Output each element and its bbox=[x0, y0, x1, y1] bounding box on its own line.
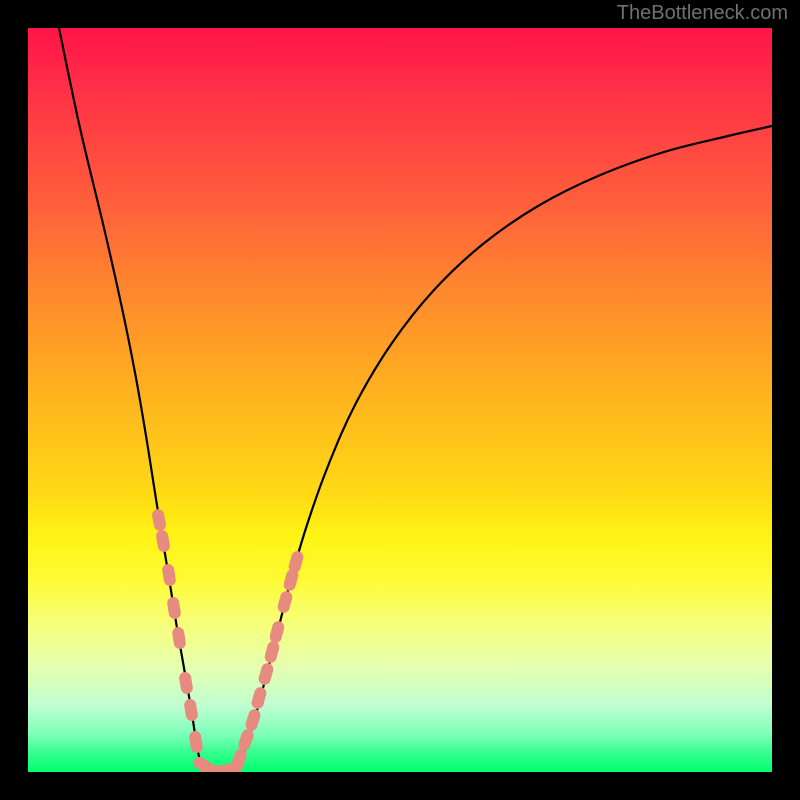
marker-pill bbox=[151, 508, 167, 532]
marker-pill bbox=[188, 730, 203, 754]
marker-pill bbox=[244, 708, 262, 733]
marker-pill bbox=[237, 728, 256, 753]
marker-pill bbox=[263, 640, 280, 664]
marker-pill bbox=[257, 662, 275, 686]
marker-pill bbox=[183, 698, 199, 722]
marker-pill bbox=[268, 620, 285, 644]
left-branch-markers bbox=[151, 508, 204, 754]
marker-pill bbox=[276, 590, 293, 614]
plot-area bbox=[28, 28, 772, 772]
marker-pill bbox=[161, 563, 176, 587]
curve-layer bbox=[28, 28, 772, 772]
bottleneck-curve bbox=[59, 28, 772, 771]
marker-pill bbox=[178, 671, 193, 695]
marker-pill bbox=[171, 626, 186, 650]
marker-pill bbox=[166, 596, 181, 620]
marker-pill bbox=[155, 529, 171, 553]
marker-pill bbox=[250, 686, 268, 710]
curve-group bbox=[59, 28, 772, 771]
attribution-text: TheBottleneck.com bbox=[617, 2, 788, 25]
right-branch-markers bbox=[230, 550, 305, 772]
